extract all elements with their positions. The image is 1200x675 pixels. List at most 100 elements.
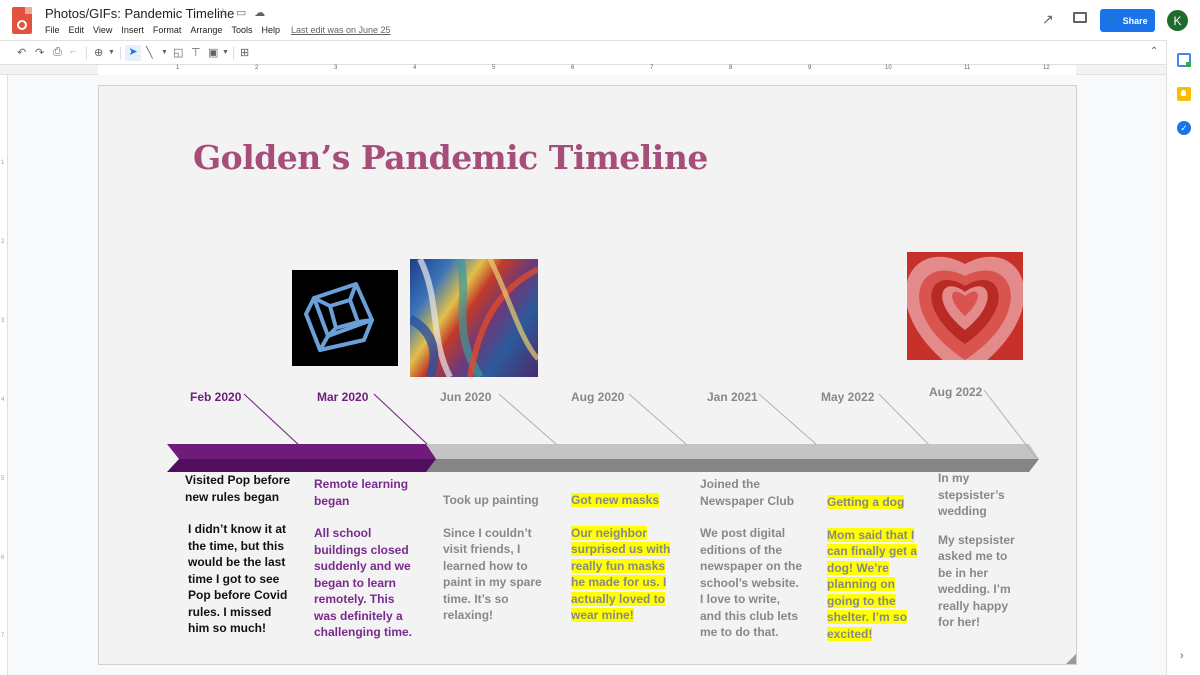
slide-title[interactable]: Golden’s Pandemic Timeline	[193, 138, 708, 177]
cloud-icon[interactable]: ☁	[254, 7, 273, 19]
ruler-number: 6	[1, 555, 5, 561]
event-heading: Remote learning began	[314, 477, 409, 508]
ruler-page-area	[98, 65, 1076, 75]
line-icon[interactable]: ╲	[146, 46, 153, 59]
heart-image[interactable]	[907, 252, 1023, 360]
undo-icon[interactable]: ↶	[17, 46, 26, 59]
timeline-segment-top[interactable]	[296, 444, 445, 459]
timeline-segment-bottom[interactable]	[296, 459, 445, 472]
menu-file[interactable]: File	[45, 25, 60, 35]
ruler-number: 2	[255, 65, 259, 71]
lock-person-icon: 👤	[1107, 15, 1119, 25]
event-column[interactable]: Remote learning began All school buildings…	[314, 476, 412, 641]
zoom-dropdown-icon[interactable]: ▼	[108, 49, 115, 56]
menu-bar: File Edit View Insert Format Arrange Too…	[45, 25, 280, 35]
timeline-segment-bottom[interactable]	[167, 459, 316, 472]
menu-tools[interactable]: Tools	[231, 25, 252, 35]
timeline-arrows	[167, 389, 1039, 472]
expand-panel-icon[interactable]: ›	[1180, 650, 1184, 662]
event-body: I didn’t know it at the time, but this wou…	[188, 522, 288, 635]
line-dropdown-icon[interactable]: ▼	[161, 49, 168, 56]
last-edit-link[interactable]: Last edit was on June 25	[291, 25, 391, 35]
comment-icon[interactable]: ⊞	[240, 46, 249, 59]
event-body: Since I couldn’t visit friends, Ilearned …	[443, 525, 542, 623]
abstract-painting-image[interactable]	[410, 259, 538, 377]
side-panel: ✓ ›	[1166, 40, 1200, 675]
menu-edit[interactable]: Edit	[69, 25, 85, 35]
keep-icon[interactable]	[1177, 87, 1191, 101]
share-label: Share	[1122, 15, 1148, 26]
menu-help[interactable]: Help	[261, 25, 280, 35]
event-column[interactable]: Joined the Newspaper Club We post digital…	[700, 476, 802, 641]
timeline-segment-top[interactable]	[167, 444, 316, 459]
event-heading: In my stepsister’s wedding	[938, 471, 1005, 518]
menu-insert[interactable]: Insert	[121, 25, 144, 35]
folder-icon[interactable]: ▭	[236, 7, 254, 19]
divider	[86, 47, 87, 60]
toolbar: ↶ ↷ ⎙ ⌐ ⊕ ▼ ➤ ╲ ▼ ◱ ⊤ ▣ ▼ ⊞ ⌃	[0, 40, 1166, 65]
event-heading: Took up painting	[443, 493, 539, 507]
account-avatar[interactable]: K	[1167, 10, 1188, 31]
menu-arrange[interactable]: Arrange	[190, 25, 222, 35]
shape-icon[interactable]: ◱	[173, 46, 183, 59]
ruler-number: 1	[176, 65, 180, 71]
timeline-segment-bottom[interactable]	[686, 459, 835, 472]
timeline-segment-top[interactable]	[921, 444, 1039, 459]
menu-format[interactable]: Format	[153, 25, 182, 35]
calendar-icon[interactable]	[1177, 53, 1191, 67]
painting-strokes	[410, 259, 538, 377]
textbox-icon[interactable]: ⊤	[191, 46, 201, 59]
timeline-segment-bottom[interactable]	[426, 459, 575, 472]
ruler-number: 3	[1, 318, 5, 324]
activity-dashboard-icon[interactable]: ↗	[1042, 11, 1054, 28]
share-button[interactable]: 👤 Share	[1100, 9, 1155, 32]
ruler-number: 7	[650, 65, 654, 71]
ruler-number: 6	[571, 65, 575, 71]
ruler-number: 12	[1043, 65, 1050, 71]
vertical-ruler: 1 2 3 4 5 6 7	[0, 75, 8, 675]
event-heading: Joined the Newspaper Club	[700, 477, 795, 508]
ruler-number: 1	[1, 160, 5, 166]
tasks-icon[interactable]: ✓	[1177, 121, 1191, 135]
slide[interactable]: Golden’s Pandemic Timeline Feb 2020 Mar …	[98, 85, 1077, 665]
ruler-number: 10	[885, 65, 892, 71]
horizontal-ruler: 1 2 3 4 5 6 7 8 9 10 11 12	[0, 65, 1166, 75]
menu-view[interactable]: View	[93, 25, 112, 35]
document-title[interactable]: Photos/GIFs: Pandemic Timeline	[45, 6, 234, 21]
star-icon[interactable]: ☆	[218, 7, 236, 19]
event-body: Our neighbor surprised us with really fun …	[571, 525, 671, 622]
timeline-segment-top[interactable]	[426, 444, 575, 459]
event-column[interactable]: In my stepsister’s wedding My stepsister as…	[938, 470, 1015, 631]
divider	[120, 47, 121, 60]
timeline-segment-top[interactable]	[556, 444, 705, 459]
ruler-number: 2	[1, 239, 5, 245]
tesseract-image[interactable]	[292, 270, 398, 366]
title-icons: ☆▭☁	[218, 6, 273, 19]
ruler-number: 3	[334, 65, 338, 71]
timeline-segment-top[interactable]	[686, 444, 835, 459]
event-column[interactable]: Got new masks Our neighbor surprised us w…	[571, 492, 671, 624]
divider	[233, 47, 234, 60]
timeline-segment-bottom[interactable]	[556, 459, 705, 472]
image-dropdown-icon[interactable]: ▼	[222, 49, 229, 56]
slides-logo-icon[interactable]	[12, 7, 32, 34]
redo-icon[interactable]: ↷	[35, 46, 44, 59]
select-icon[interactable]: ➤	[125, 45, 141, 61]
event-column[interactable]: Visited Pop before new rules began I didn…	[185, 472, 290, 637]
ruler-number: 4	[1, 397, 5, 403]
event-heading: Getting a dog	[827, 495, 905, 509]
title-bar: Photos/GIFs: Pandemic Timeline ☆▭☁ File …	[0, 0, 1200, 40]
event-heading: Visited Pop before new rules began	[185, 473, 291, 504]
event-column[interactable]: Getting a dog Mom said that Ican finally…	[827, 494, 918, 642]
image-icon[interactable]: ▣	[208, 46, 218, 59]
event-column[interactable]: Took up painting Since I couldn’t visit f…	[443, 492, 542, 624]
collapse-toolbar-icon[interactable]: ⌃	[1150, 46, 1158, 57]
ruler-number: 9	[808, 65, 812, 71]
paint-format-icon[interactable]: ⌐	[70, 46, 76, 58]
event-body: Mom said that Ican finally get a dog! We’…	[827, 527, 918, 641]
zoom-icon[interactable]: ⊕	[94, 46, 103, 59]
print-icon[interactable]: ⎙	[53, 46, 62, 59]
resize-handle[interactable]	[1066, 654, 1076, 664]
comment-history-icon[interactable]	[1073, 12, 1087, 23]
ruler-number: 8	[729, 65, 733, 71]
